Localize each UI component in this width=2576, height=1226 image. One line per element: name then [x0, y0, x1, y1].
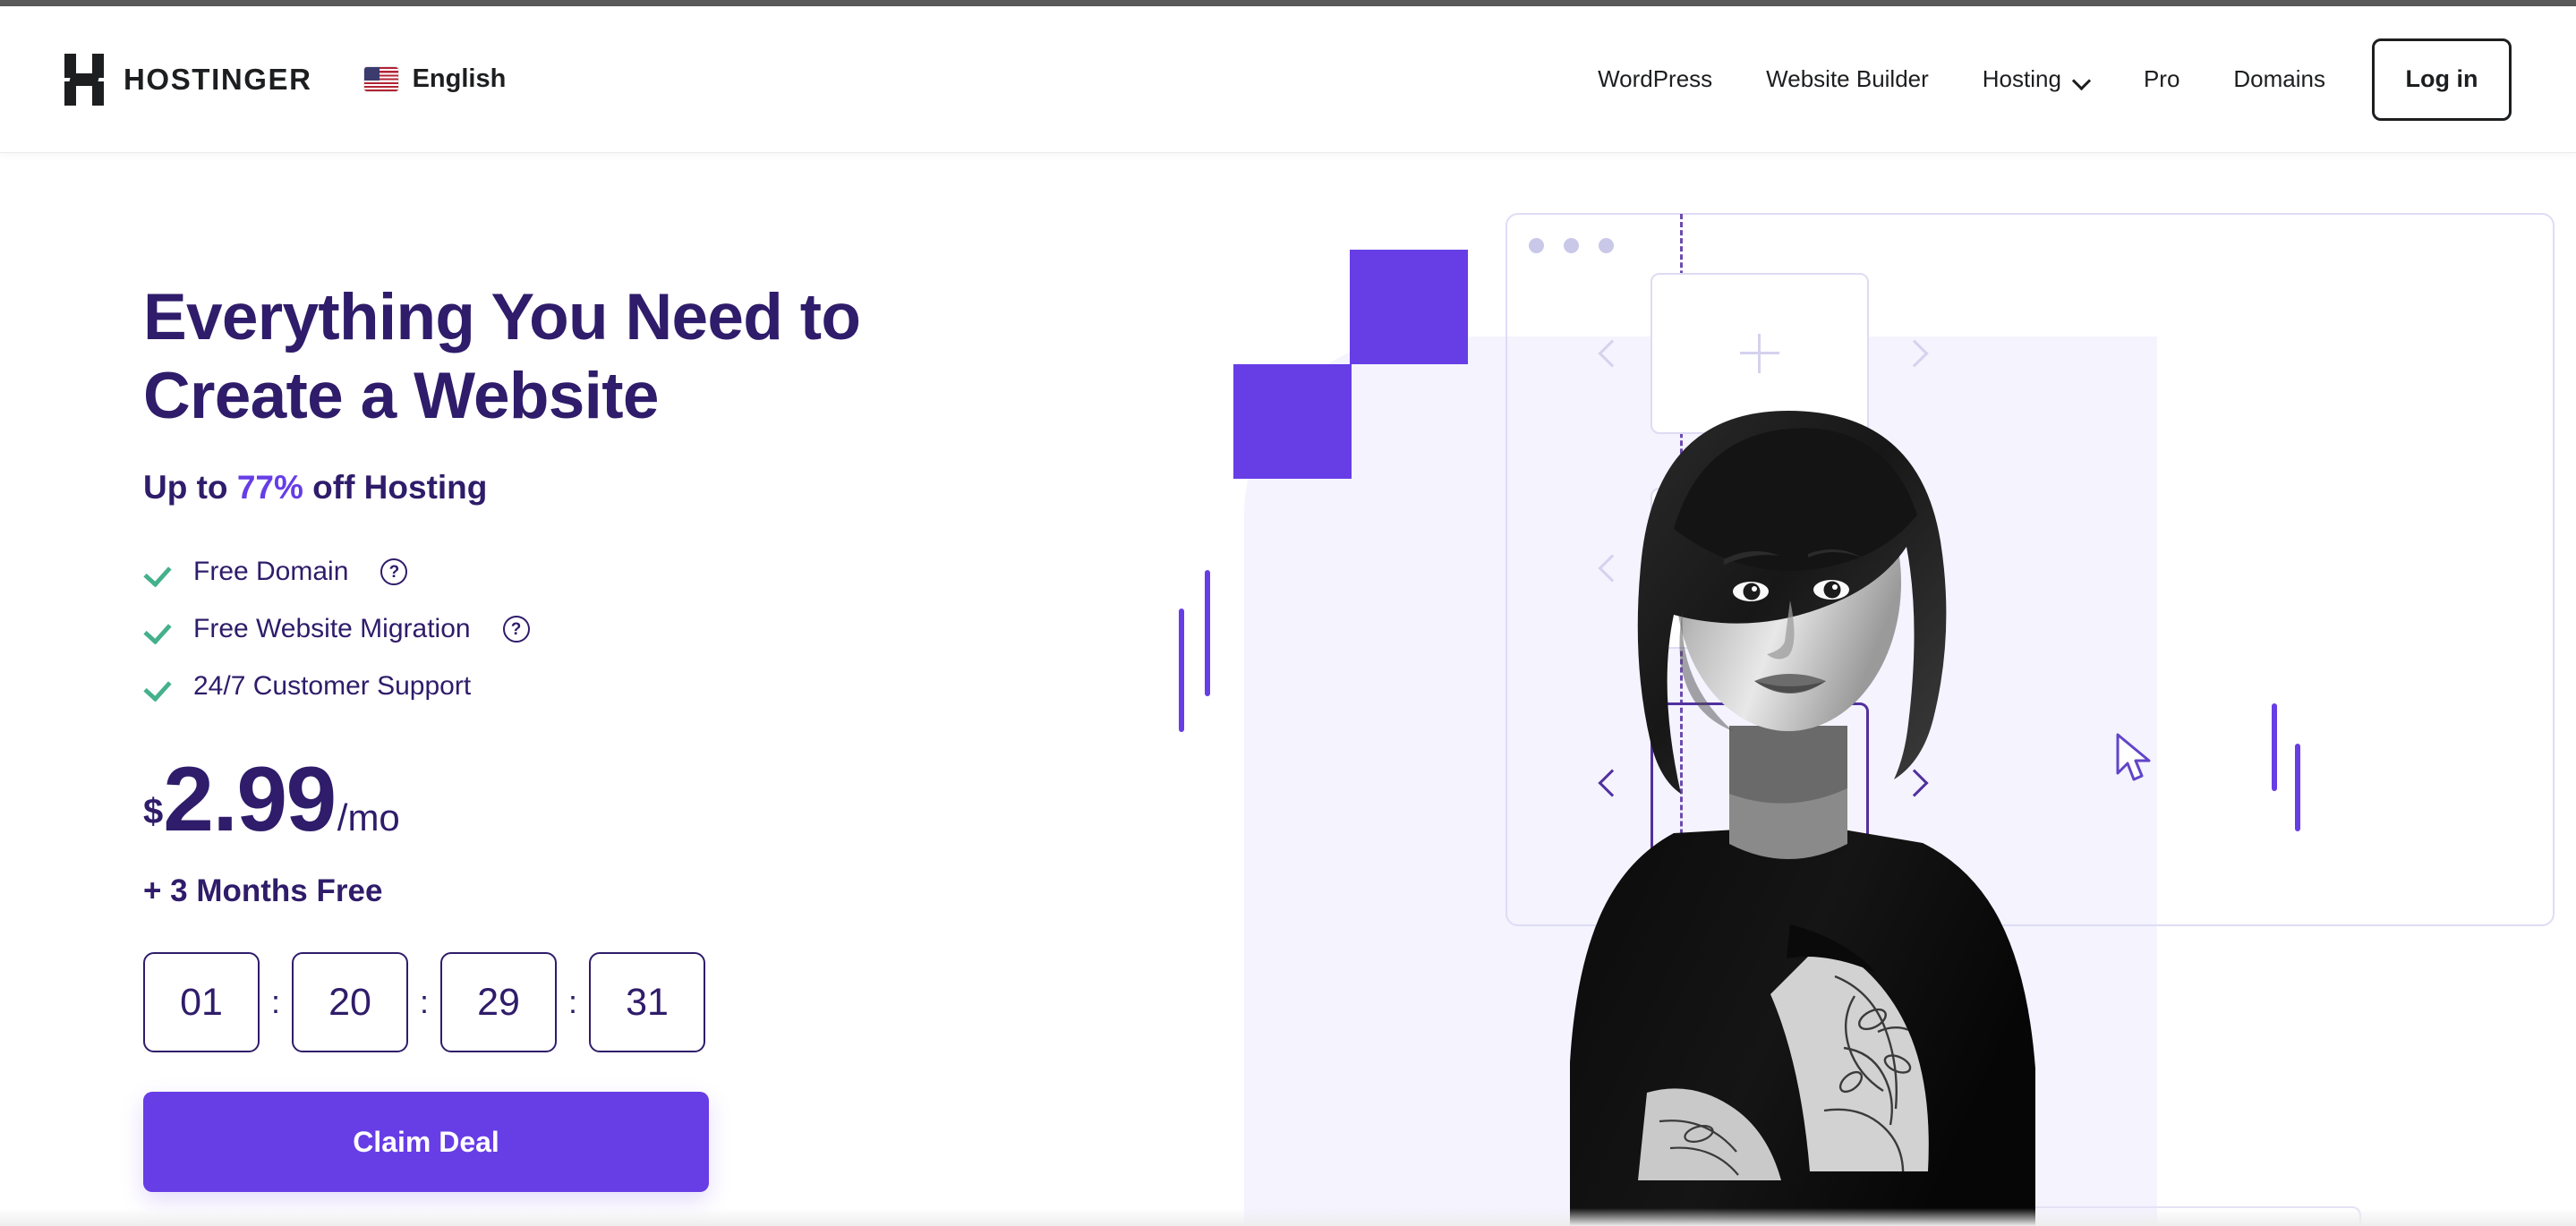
- browser-dot-icon: [1599, 238, 1614, 253]
- nav-label-hosting: Hosting: [1982, 65, 2061, 92]
- hero-subheadline: Up to 77% off Hosting: [143, 469, 1146, 507]
- browser-chrome-strip: [0, 0, 2576, 6]
- check-icon: [143, 675, 170, 698]
- logo-wordmark: HOSTINGER: [124, 62, 312, 96]
- nav-item-wordpress[interactable]: WordPress: [1598, 65, 1739, 93]
- feature-label-free-website-migration: Free Website Migration: [193, 614, 471, 644]
- feature-item-customer-support: 24/7 Customer Support: [143, 669, 1146, 703]
- hero-illustration: www. .com: [1155, 153, 2576, 1226]
- claim-deal-button[interactable]: Claim Deal: [143, 1092, 709, 1193]
- price-currency: $: [143, 792, 164, 832]
- countdown-unit-minutes: 29: [440, 952, 557, 1053]
- feature-label-free-domain: Free Domain: [193, 557, 349, 587]
- headline-line-1: Everything You Need to: [143, 281, 861, 353]
- mouse-cursor-icon: [2115, 733, 2156, 785]
- feature-item-free-domain: Free Domain ?: [143, 555, 1146, 589]
- countdown-unit-seconds: 31: [589, 952, 705, 1053]
- decorative-line-left-b: [1179, 609, 1184, 732]
- help-tooltip-icon-free-website-migration[interactable]: ?: [502, 616, 530, 643]
- decorative-square-bottom: [1233, 364, 1352, 479]
- bonus-months-text: + 3 Months Free: [143, 873, 383, 909]
- browser-traffic-lights: [1529, 238, 1614, 253]
- browser-dot-icon: [1564, 238, 1579, 253]
- hero-headline: Everything You Need to Create a Website: [143, 278, 1146, 435]
- nav-label-wordpress: WordPress: [1598, 65, 1713, 92]
- countdown-separator: :: [419, 983, 429, 1021]
- browser-dot-icon: [1529, 238, 1544, 253]
- hero-section: Everything You Need to Create a Website …: [0, 153, 2576, 1226]
- hostinger-h-logo-icon: [64, 53, 104, 106]
- hero-copy-column: Everything You Need to Create a Website …: [143, 278, 1146, 1193]
- hero-portrait-photo: [1540, 260, 2041, 1226]
- check-icon: [143, 560, 170, 583]
- main-nav: WordPress Website Builder Hosting Pro Do…: [1598, 38, 2512, 121]
- feature-label-customer-support: 24/7 Customer Support: [193, 671, 472, 702]
- subhead-prefix: Up to: [143, 469, 237, 507]
- nav-item-domains[interactable]: Domains: [2206, 65, 2352, 93]
- decorative-line-left-a: [1205, 570, 1210, 696]
- help-tooltip-icon-free-domain[interactable]: ?: [380, 558, 408, 586]
- countdown-separator: :: [567, 983, 577, 1021]
- nav-item-pro[interactable]: Pro: [2117, 65, 2206, 93]
- decorative-square-top: [1350, 250, 1468, 364]
- price-period: /mo: [337, 796, 400, 839]
- subhead-suffix: off Hosting: [303, 469, 488, 507]
- language-selector[interactable]: English: [363, 64, 507, 94]
- us-flag-icon: [363, 67, 398, 91]
- nav-label-pro: Pro: [2143, 65, 2180, 92]
- header-brand-zone: HOSTINGER English: [64, 53, 507, 106]
- countdown-separator: :: [270, 983, 280, 1021]
- discount-percent: 77%: [236, 469, 303, 507]
- check-icon: [143, 617, 170, 641]
- headline-line-2: Create a Website: [143, 359, 659, 432]
- countdown-unit-days: 01: [143, 952, 260, 1053]
- nav-label-website-builder: Website Builder: [1766, 65, 1929, 92]
- nav-item-hosting[interactable]: Hosting: [1956, 65, 2117, 93]
- price-amount: 2.99: [163, 748, 337, 851]
- site-header: HOSTINGER English WordPress Website Buil…: [0, 6, 2576, 153]
- price-block: $ 2.99 /mo: [143, 753, 1146, 845]
- countdown-timer: 01 : 20 : 29 : 31: [143, 952, 1146, 1053]
- page-root: HOSTINGER English WordPress Website Buil…: [0, 0, 2576, 1226]
- nav-item-website-builder[interactable]: Website Builder: [1739, 65, 1956, 93]
- hostinger-logo[interactable]: HOSTINGER: [64, 53, 312, 106]
- nav-label-domains: Domains: [2233, 65, 2325, 92]
- feature-item-free-website-migration: Free Website Migration ?: [143, 612, 1146, 646]
- chevron-down-icon: [2073, 74, 2090, 84]
- login-button[interactable]: Log in: [2372, 38, 2512, 121]
- countdown-unit-hours: 20: [292, 952, 408, 1053]
- language-label: English: [412, 64, 507, 93]
- feature-list: Free Domain ? Free Website Migration ? 2…: [143, 555, 1146, 703]
